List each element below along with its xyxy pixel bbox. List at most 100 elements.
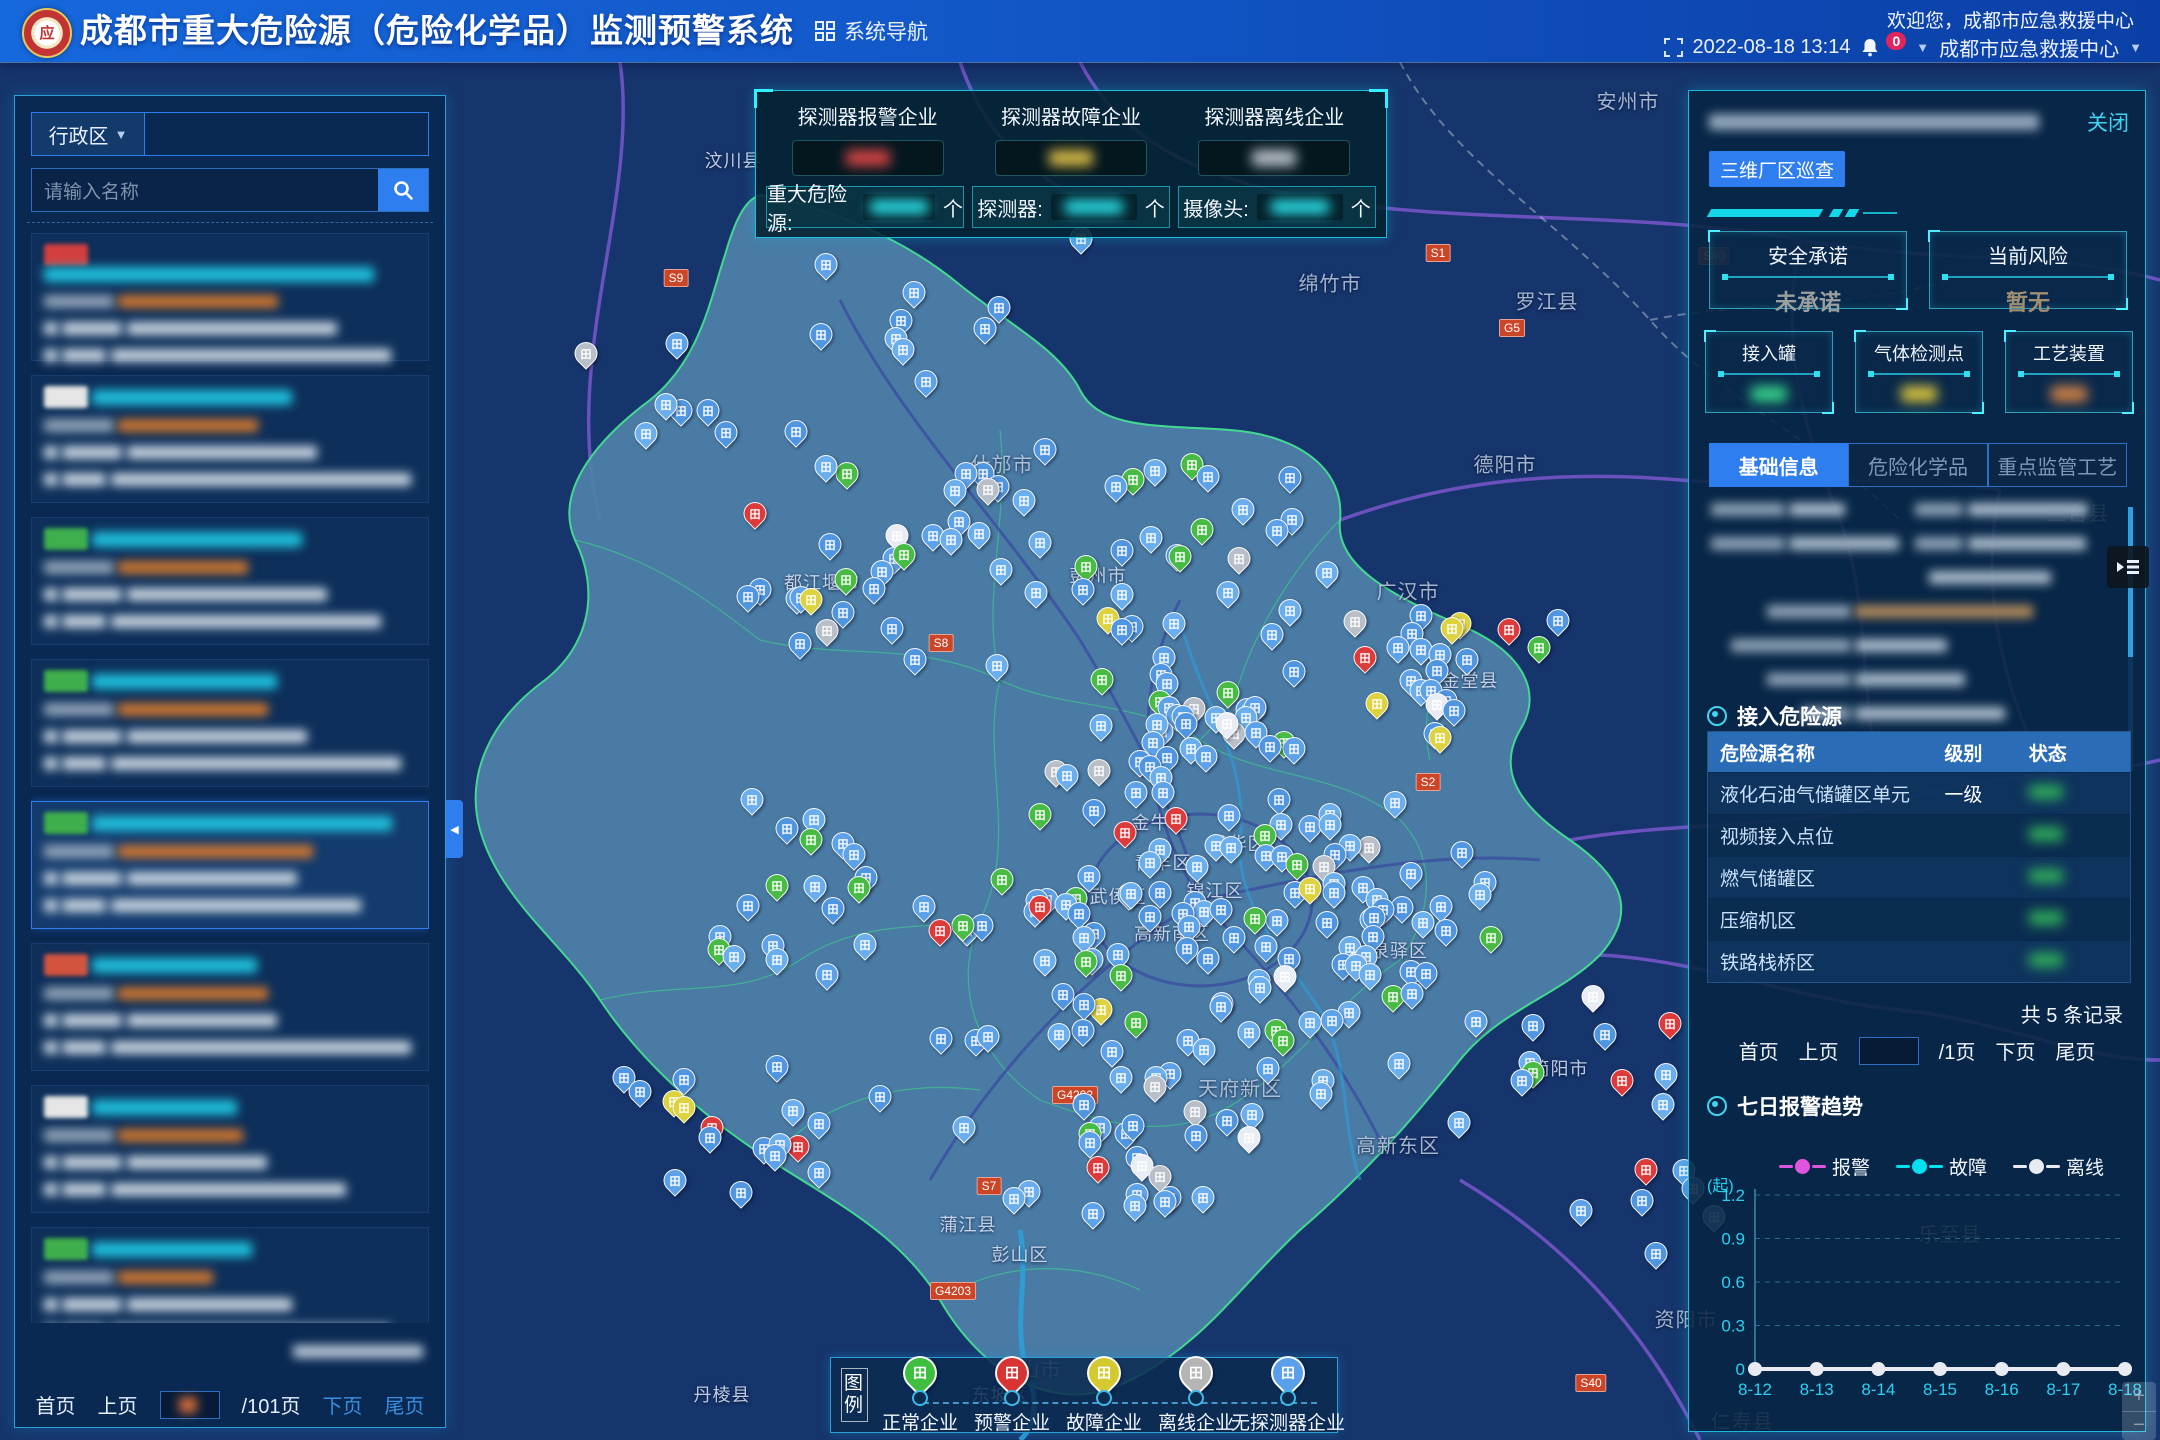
tab-3[interactable]: 重点监管工艺 [1988,443,2127,487]
table-row[interactable]: 燃气储罐区 [1708,856,2130,898]
company-list-item[interactable] [31,1085,429,1213]
zoom-out-button[interactable]: − [2122,1412,2156,1440]
region-value-input[interactable] [145,113,428,155]
table-row[interactable]: 液化石油气储罐区单元一级 [1708,772,2130,814]
search-input[interactable]: 请输入名称 [32,169,378,211]
map-zoom-control: + − [2122,1382,2156,1440]
table-header-cell: 级别 [1944,739,2028,766]
last-page-button[interactable]: 尾页 [384,1390,424,1419]
chevron-down-icon[interactable]: ▼ [2129,40,2142,55]
table-row[interactable]: 铁路栈桥区 [1708,940,2130,982]
plant-3d-tour-button[interactable]: 三维厂区巡查 [1709,151,1845,187]
region-filter-row: 行政区 ▼ [31,112,429,156]
header-datetime: 2022-08-18 13:14 [1693,36,1851,59]
company-list-item[interactable] [31,517,429,645]
hazard-section-title: 接入危险源 [1737,701,1842,731]
svg-text:0.6: 0.6 [1721,1273,1745,1292]
trend-chart-legend: 报警故障离线 [1779,1153,2104,1180]
sidebar-collapse-button[interactable]: ◀ [446,800,463,858]
detail-pagination: 首页 上页 /1页 下页 尾页 [1689,1036,2145,1065]
svg-text:0: 0 [1736,1360,1745,1379]
status-tag [44,812,88,834]
company-list-item[interactable] [31,375,429,503]
divider [27,222,433,223]
grid-icon [815,21,835,41]
chevron-down-icon[interactable]: ▼ [1916,40,1929,55]
count-box-2: 气体检测点 [1855,331,1983,413]
search-icon [392,179,414,201]
prev-page-button[interactable]: 上页 [98,1390,138,1419]
status-tag [44,386,88,408]
legend-item: 田正常企业 [874,1356,966,1435]
prev-page-button[interactable]: 上页 [1799,1036,1839,1065]
road-shield: S40 [1575,1374,1606,1392]
status-tag [44,244,88,266]
trend-chart: 00.30.60.91.2(起)8-128-138-148-158-168-17… [1697,1177,2143,1412]
expand-detail-button[interactable] [2107,546,2149,588]
system-nav-button[interactable]: 系统导航 [815,0,928,62]
close-button[interactable]: 关闭 [2087,107,2129,137]
table-row[interactable]: 视频接入点位 [1708,814,2130,856]
stats-panel: 探测器报警企业探测器故障企业探测器离线企业 重大危险源:个探测器:个摄像头:个 [755,90,1387,238]
org-name[interactable]: 成都市应急救援中心 [1939,33,2119,62]
region-select[interactable]: 行政区 ▼ [32,113,145,155]
city-label: 蒲江县 [940,1211,997,1237]
company-detail-panel: 关闭 三维厂区巡查 安全承诺 未承诺 当前风险 暂无 接入罐气体检测点工艺装置 … [1688,90,2146,1432]
search-button[interactable] [378,169,428,211]
chevron-down-icon: ▼ [115,127,128,142]
company-list-item[interactable] [31,233,429,361]
city-label: 彭山区 [992,1241,1049,1267]
road-shield: S1 [1426,244,1451,262]
road-shield: S7 [977,1177,1002,1195]
map-legend-panel: 图例 田正常企业田预警企业田故障企业田离线企业田无探测器企业 [830,1357,1338,1433]
count-box-1: 接入罐 [1705,331,1833,413]
decor-progress-line [1709,209,2127,217]
city-label: 丹棱县 [694,1381,751,1407]
current-risk-value: 暂无 [1930,285,2126,317]
stat-card-value-redacted [792,140,944,176]
trend-section-title: 七日报警趋势 [1737,1091,1863,1121]
road-shield: S8 [929,634,954,652]
legend-title: 图例 [841,1368,868,1422]
next-page-button[interactable]: 下页 [322,1390,362,1419]
svg-text:(起): (起) [1707,1177,1734,1195]
company-list [31,233,429,1323]
company-list-item[interactable] [31,1227,429,1323]
tab-2[interactable]: 危险化学品 [1848,443,1987,487]
first-page-button[interactable]: 首页 [1739,1036,1779,1065]
app-title: 成都市重大危险源（危险化学品）监测预警系统 [80,0,794,62]
app-header: 应 成都市重大危险源（危险化学品）监测预警系统 系统导航 欢迎您，成都市应急救援… [0,0,2160,62]
city-label: 汶川县 [705,147,762,173]
next-page-button[interactable]: 下页 [1995,1036,2035,1065]
welcome-text: 欢迎您，成都市应急救援中心 [1887,6,2134,33]
legend-item: 田无探测器企业 [1242,1356,1334,1435]
bell-icon[interactable] [1860,37,1880,58]
svg-text:8-17: 8-17 [2046,1380,2080,1399]
fullscreen-icon[interactable] [1664,38,1683,57]
company-list-item[interactable] [31,943,429,1071]
first-page-button[interactable]: 首页 [36,1390,76,1419]
page-number-input[interactable] [160,1391,220,1419]
detail-tabs: 基础信息危险化学品重点监管工艺 [1709,443,2127,487]
stat-card: 探测器离线企业 [1173,99,1376,176]
company-sidebar: 行政区 ▼ 请输入名称 首页 上页 /101页 下页 尾页 [14,95,446,1428]
legend-items: 田正常企业田预警企业田故障企业田离线企业田无探测器企业 [874,1356,1334,1435]
company-list-item[interactable] [31,659,429,787]
city-label: 安州市 [1597,86,1660,115]
zoom-in-button[interactable]: + [2122,1382,2156,1412]
company-list-item[interactable] [31,801,429,929]
svg-text:8-14: 8-14 [1861,1380,1895,1399]
table-row[interactable]: 压缩机区 [1708,898,2130,940]
road-shield: G4203 [930,1282,976,1300]
tab-1[interactable]: 基础信息 [1709,443,1848,487]
last-page-button[interactable]: 尾页 [2055,1036,2095,1065]
svg-text:8-15: 8-15 [1923,1380,1957,1399]
legend-item: 田离线企业 [1150,1356,1242,1435]
section-bullet-icon [1707,1096,1727,1116]
page-total: /1页 [1939,1036,1976,1065]
hazard-table-body: 液化石油气储罐区单元一级视频接入点位燃气储罐区压缩机区铁路栈桥区 [1708,772,2130,982]
svg-text:0.3: 0.3 [1721,1317,1745,1336]
stat-card-value-redacted [1198,140,1350,176]
page-number-input[interactable] [1859,1037,1919,1065]
status-tag [44,1096,88,1118]
